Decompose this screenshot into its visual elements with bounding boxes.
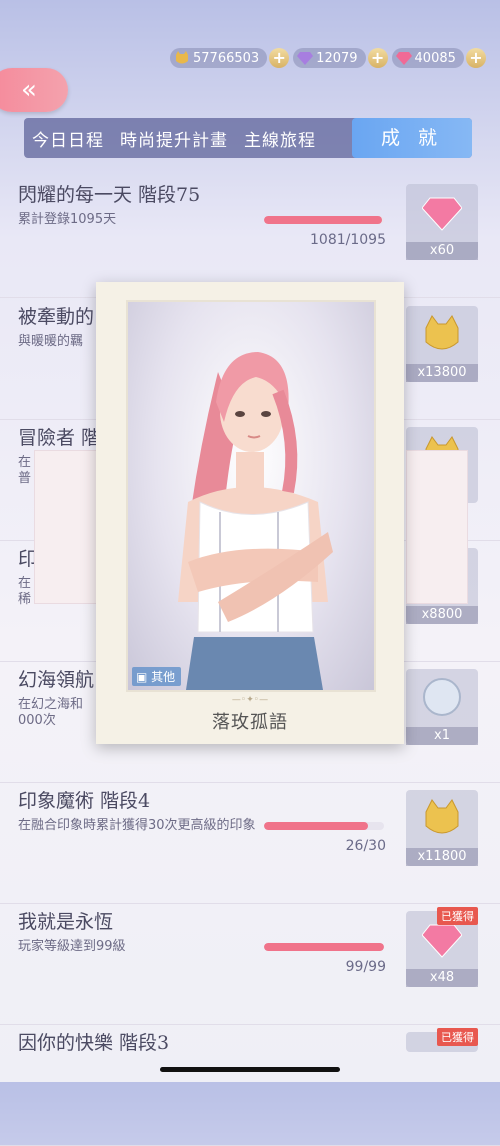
currency-bar: 57766503 + 12079 + 40085 + <box>170 46 500 70</box>
progress-text: 1081/1095 <box>310 232 386 248</box>
achievement-title: 印象魔術 階段4 <box>18 790 151 812</box>
reward-count: x11800 <box>406 848 478 866</box>
home-indicator[interactable] <box>160 1067 340 1072</box>
pink-diamond-currency: 40085 <box>391 48 464 68</box>
silver-medal-icon <box>423 678 461 716</box>
reward-box[interactable]: x11800 <box>406 790 478 866</box>
progress-bar <box>264 216 384 224</box>
row-divider <box>0 1024 500 1025</box>
pink-diamond-icon <box>395 52 412 65</box>
row-divider <box>0 903 500 904</box>
add-purple-diamond-button[interactable]: + <box>367 48 388 68</box>
gold-cat-icon <box>176 51 188 64</box>
achievement-title: 因你的快樂 階段3 <box>18 1032 170 1054</box>
progress-text: 26/30 <box>345 838 386 854</box>
reward-count: x13800 <box>406 364 478 382</box>
reward-count: x48 <box>406 969 478 987</box>
add-pink-diamond-button[interactable]: + <box>465 48 486 68</box>
reward-box[interactable]: 已獲得 <box>406 1028 478 1052</box>
tab-achievements[interactable]: 成 就 <box>352 118 472 158</box>
achievement-title: 幻海領航 <box>18 669 95 691</box>
gold-coin-icon <box>425 799 459 834</box>
achievement-row[interactable]: 閃耀的每一天 階段75 累計登錄1095天 1081/1095 x60 <box>0 180 500 298</box>
achievement-title: 我就是永恆 <box>18 911 114 933</box>
achievement-row[interactable]: 印象魔術 階段4 在融合印象時累計獲得30次更高級的印象 26/30 x1180… <box>0 786 500 904</box>
purple-diamond-icon <box>297 52 314 65</box>
reward-box[interactable]: x48 已獲得 <box>406 907 478 987</box>
diamond-icon <box>422 197 462 231</box>
gold-currency: 57766503 <box>170 48 268 68</box>
photo-tag: ▣ 其他 <box>132 667 182 686</box>
camera-icon: ▣ <box>136 670 148 684</box>
gold-coin-icon <box>425 315 459 350</box>
achievement-row[interactable]: 因你的快樂 階段3 已獲得 <box>0 1028 500 1146</box>
tab-fashion-plan[interactable]: 時尚提升計畫 <box>112 126 236 151</box>
achievement-row[interactable]: 我就是永恆 玩家等級達到99級 99/99 x48 已獲得 <box>0 907 500 1025</box>
achievement-title: 被牽動的 <box>18 306 95 328</box>
diamond-icon <box>422 924 462 958</box>
reward-box[interactable]: x60 <box>406 184 478 260</box>
achievement-desc: 累計登錄1095天 <box>18 212 117 227</box>
progress-fill <box>264 943 384 951</box>
reward-count: x60 <box>406 242 478 260</box>
popup-panel-right <box>406 450 468 604</box>
achievement-desc: 玩家等級達到99級 <box>18 939 126 954</box>
obtained-badge: 已獲得 <box>437 1028 478 1046</box>
pink-diamond-amount: 40085 <box>414 50 456 66</box>
progress-bar <box>264 822 384 830</box>
outfit-card-popup[interactable]: ▣ 其他 —◦✦◦— 落玫孤語 <box>96 282 404 744</box>
purple-diamond-amount: 12079 <box>316 50 358 66</box>
progress-fill <box>264 216 383 224</box>
tab-daily-schedule[interactable]: 今日日程 <box>24 126 112 151</box>
achievement-desc: 在融合印象時累計獲得30次更高級的印象 <box>18 818 256 833</box>
progress-bar <box>264 943 384 951</box>
character-illustration <box>178 352 333 690</box>
card-title: 落玫孤語 <box>212 712 288 733</box>
add-gold-button[interactable]: + <box>269 48 290 68</box>
achievement-title: 冒險者 階 <box>18 427 101 449</box>
achievement-title: 閃耀的每一天 階段75 <box>18 184 201 206</box>
tab-main-journey[interactable]: 主線旅程 <box>236 126 324 151</box>
reward-count: x8800 <box>406 606 478 624</box>
obtained-badge: 已獲得 <box>437 907 478 925</box>
row-divider <box>0 782 500 783</box>
ornament-divider: —◦✦◦— <box>231 695 269 705</box>
photo-tag-label: 其他 <box>151 670 176 684</box>
progress-text: 99/99 <box>345 959 386 975</box>
progress-fill <box>264 822 369 830</box>
tab-bar: 今日日程 時尚提升計畫 主線旅程 成 就 <box>24 118 472 158</box>
back-button[interactable]: « <box>0 68 68 112</box>
reward-box[interactable]: x1 <box>406 669 478 745</box>
reward-count: x1 <box>406 727 478 745</box>
purple-diamond-currency: 12079 <box>293 48 366 68</box>
reward-box[interactable]: x13800 <box>406 306 478 382</box>
gold-amount: 57766503 <box>193 50 260 66</box>
character-photo: ▣ 其他 <box>126 300 376 692</box>
